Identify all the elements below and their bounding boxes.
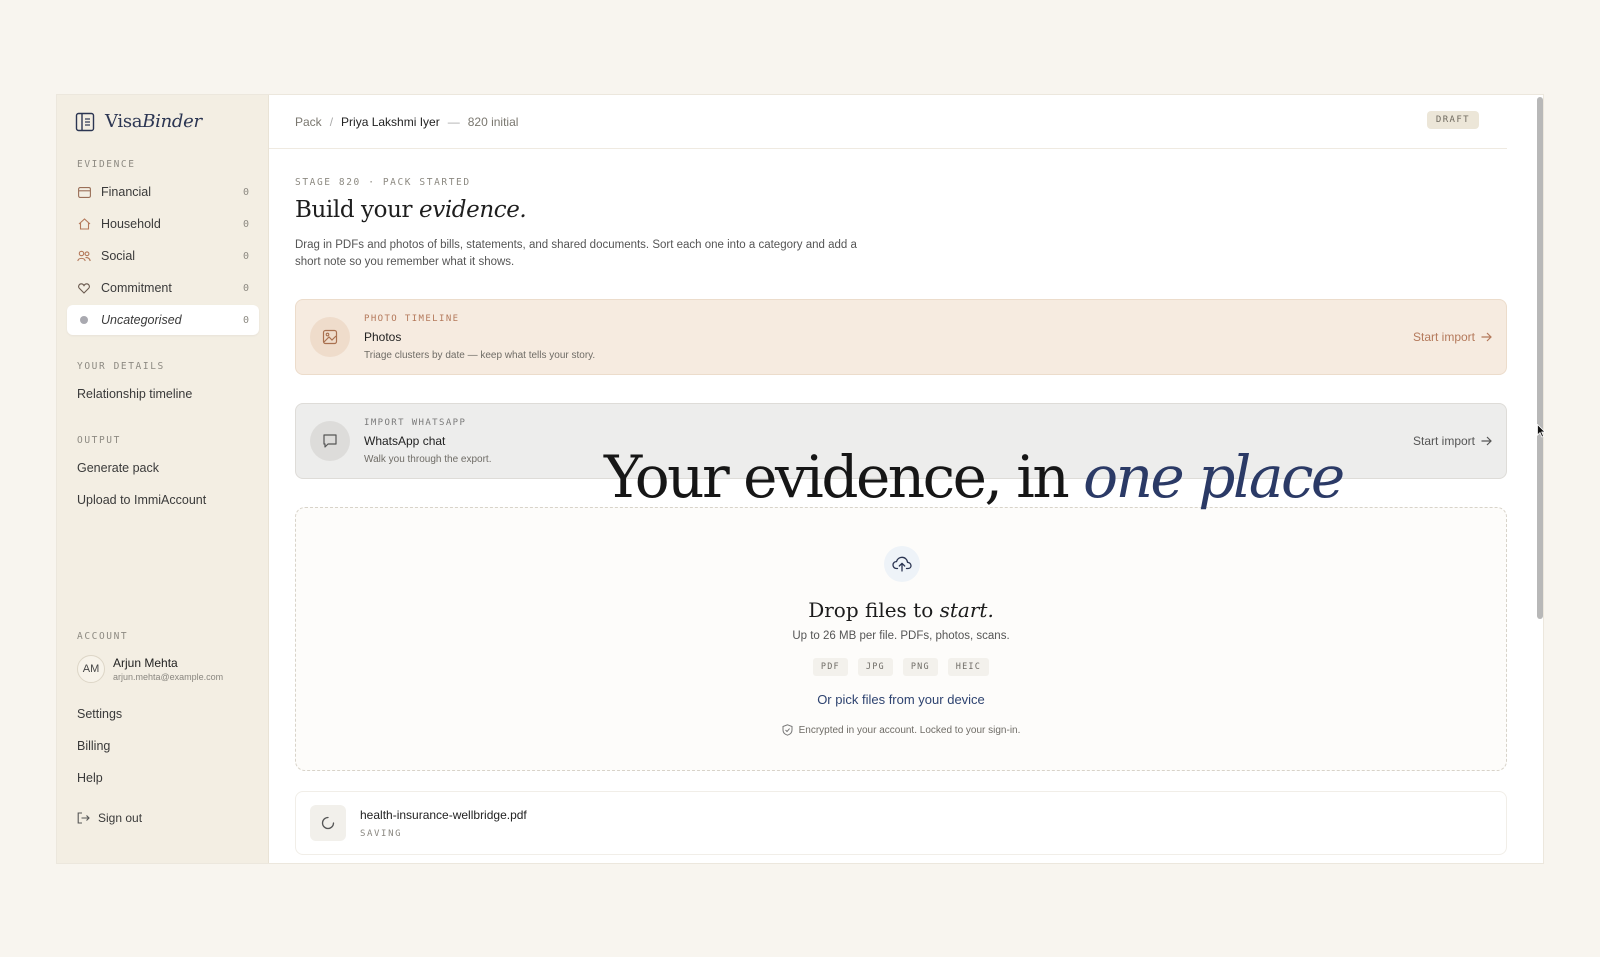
- breadcrumb-root[interactable]: Pack: [295, 115, 322, 129]
- format-chip-heic: HEIC: [947, 658, 990, 676]
- sidebar-item-upload-immiaccount[interactable]: Upload to ImmiAccount: [77, 493, 206, 507]
- format-chip-png: PNG: [902, 658, 938, 676]
- breadcrumb-stage: 820 initial: [467, 114, 519, 129]
- sidebar-item-label: Household: [101, 217, 161, 231]
- avatar: AM: [77, 655, 105, 683]
- encryption-note: Encrypted in your account. Locked to you…: [296, 724, 1506, 736]
- account-name: Arjun Mehta: [113, 656, 178, 670]
- mouse-cursor-icon: [1537, 424, 1546, 438]
- stage-label: STAGE 820 · PACK STARTED: [295, 177, 471, 188]
- sign-out-button[interactable]: Sign out: [77, 811, 142, 825]
- dropzone-title: Drop files to start.: [808, 598, 994, 622]
- page-title: Build your evidence.: [295, 197, 527, 223]
- sidebar-item-label: Social: [101, 249, 136, 263]
- sign-out-label: Sign out: [98, 811, 143, 825]
- sidebar-item-generate-pack[interactable]: Generate pack: [77, 461, 159, 475]
- heart-icon: [77, 281, 91, 295]
- brand-logo[interactable]: VisaBinder: [75, 111, 202, 132]
- sidebar-item-commitment[interactable]: Commitment 0: [67, 273, 259, 303]
- breadcrumb-applicant: Priya Lakshmi Iyer: [341, 114, 440, 129]
- file-dropzone[interactable]: Drop files to start. Up to 26 MB per fil…: [295, 507, 1507, 771]
- card-title: WhatsApp chat: [364, 433, 446, 448]
- cta-label: Start import: [1412, 434, 1475, 448]
- photo-timeline-card[interactable]: PHOTO TIMELINE Photos Triage clusters by…: [295, 299, 1507, 375]
- people-icon: [77, 249, 91, 263]
- card-title: Photos: [364, 329, 402, 344]
- format-chip-jpg: JPG: [857, 658, 893, 676]
- sidebar-item-billing[interactable]: Billing: [77, 739, 110, 753]
- dropzone-subtitle: Up to 26 MB per file. PDFs, photos, scan…: [792, 630, 1010, 642]
- details-section-label: YOUR DETAILS: [77, 361, 165, 372]
- sidebar: VisaBinder EVIDENCE Financial 0 Househol…: [57, 95, 269, 863]
- sidebar-item-count: 0: [242, 250, 249, 262]
- app-window: VisaBinder EVIDENCE Financial 0 Househol…: [56, 94, 1544, 864]
- brand-name: VisaBinder: [105, 111, 202, 132]
- sidebar-item-count: 0: [242, 218, 249, 230]
- breadcrumb-separator: /: [329, 114, 334, 129]
- shield-icon: [782, 724, 793, 736]
- pick-files-link[interactable]: Or pick files from your device: [296, 692, 1506, 707]
- file-name: health-insurance-wellbridge.pdf: [360, 807, 527, 822]
- status-badge: DRAFT: [1426, 111, 1479, 129]
- format-chips: PDF JPG PNG HEIC: [296, 658, 1506, 676]
- sidebar-item-settings[interactable]: Settings: [77, 707, 122, 721]
- output-section-label: OUTPUT: [77, 435, 121, 446]
- file-status: SAVING: [360, 828, 403, 839]
- main-content: Pack / Priya Lakshmi Iyer — 820 initial …: [269, 95, 1543, 863]
- account-section-label: ACCOUNT: [77, 631, 129, 642]
- account-email: arjun.mehta@example.com: [113, 672, 224, 682]
- breadcrumb: Pack / Priya Lakshmi Iyer — 820 initial …: [269, 95, 1507, 149]
- sidebar-item-label: Financial: [101, 185, 152, 199]
- page-description: Drag in PDFs and photos of bills, statem…: [295, 239, 857, 268]
- sidebar-item-count: 0: [242, 186, 249, 198]
- card-subtitle: Walk you through the export.: [364, 453, 492, 465]
- encryption-note-text: Encrypted in your account. Locked to you…: [798, 724, 1021, 736]
- hero-overlay-text: Your evidence, in one place: [604, 443, 1345, 511]
- sidebar-item-social[interactable]: Social 0: [67, 241, 259, 271]
- card-kicker: IMPORT WHATSAPP: [364, 417, 467, 428]
- sign-out-icon: [77, 812, 90, 824]
- evidence-section-label: EVIDENCE: [77, 159, 136, 170]
- sidebar-item-label: Uncategorised: [101, 313, 182, 327]
- chat-icon: [310, 421, 350, 461]
- cloud-upload-icon: [884, 546, 920, 582]
- scrollbar[interactable]: [1537, 97, 1543, 619]
- image-icon: [310, 317, 350, 357]
- cta-label: Start import: [1412, 330, 1475, 344]
- dot-icon: [77, 313, 91, 327]
- sidebar-item-help[interactable]: Help: [77, 771, 103, 785]
- sidebar-item-count: 0: [242, 314, 249, 326]
- sidebar-item-household[interactable]: Household 0: [67, 209, 259, 239]
- sidebar-item-label: Commitment: [101, 281, 172, 295]
- account-card[interactable]: AM Arjun Mehta arjun.mehta@example.com: [77, 655, 223, 683]
- card-kicker: PHOTO TIMELINE: [364, 313, 460, 324]
- book-icon: [75, 112, 95, 131]
- spinner-icon: [310, 805, 346, 841]
- sidebar-item-uncategorised[interactable]: Uncategorised 0: [67, 305, 259, 335]
- upload-file-row[interactable]: health-insurance-wellbridge.pdf SAVING: [295, 791, 1507, 855]
- sidebar-item-financial[interactable]: Financial 0: [67, 177, 259, 207]
- sidebar-item-relationship-timeline[interactable]: Relationship timeline: [77, 387, 192, 401]
- format-chip-pdf: PDF: [812, 658, 848, 676]
- sidebar-item-count: 0: [242, 282, 249, 294]
- arrow-right-icon: [1481, 436, 1492, 446]
- start-import-whatsapp-button[interactable]: Start import: [1413, 434, 1492, 448]
- home-icon: [77, 217, 91, 231]
- arrow-right-icon: [1481, 332, 1492, 342]
- card-icon: [77, 185, 91, 199]
- breadcrumb-dash: —: [447, 114, 460, 129]
- card-subtitle: Triage clusters by date — keep what tell…: [364, 349, 596, 361]
- start-import-photos-button[interactable]: Start import: [1413, 330, 1492, 344]
